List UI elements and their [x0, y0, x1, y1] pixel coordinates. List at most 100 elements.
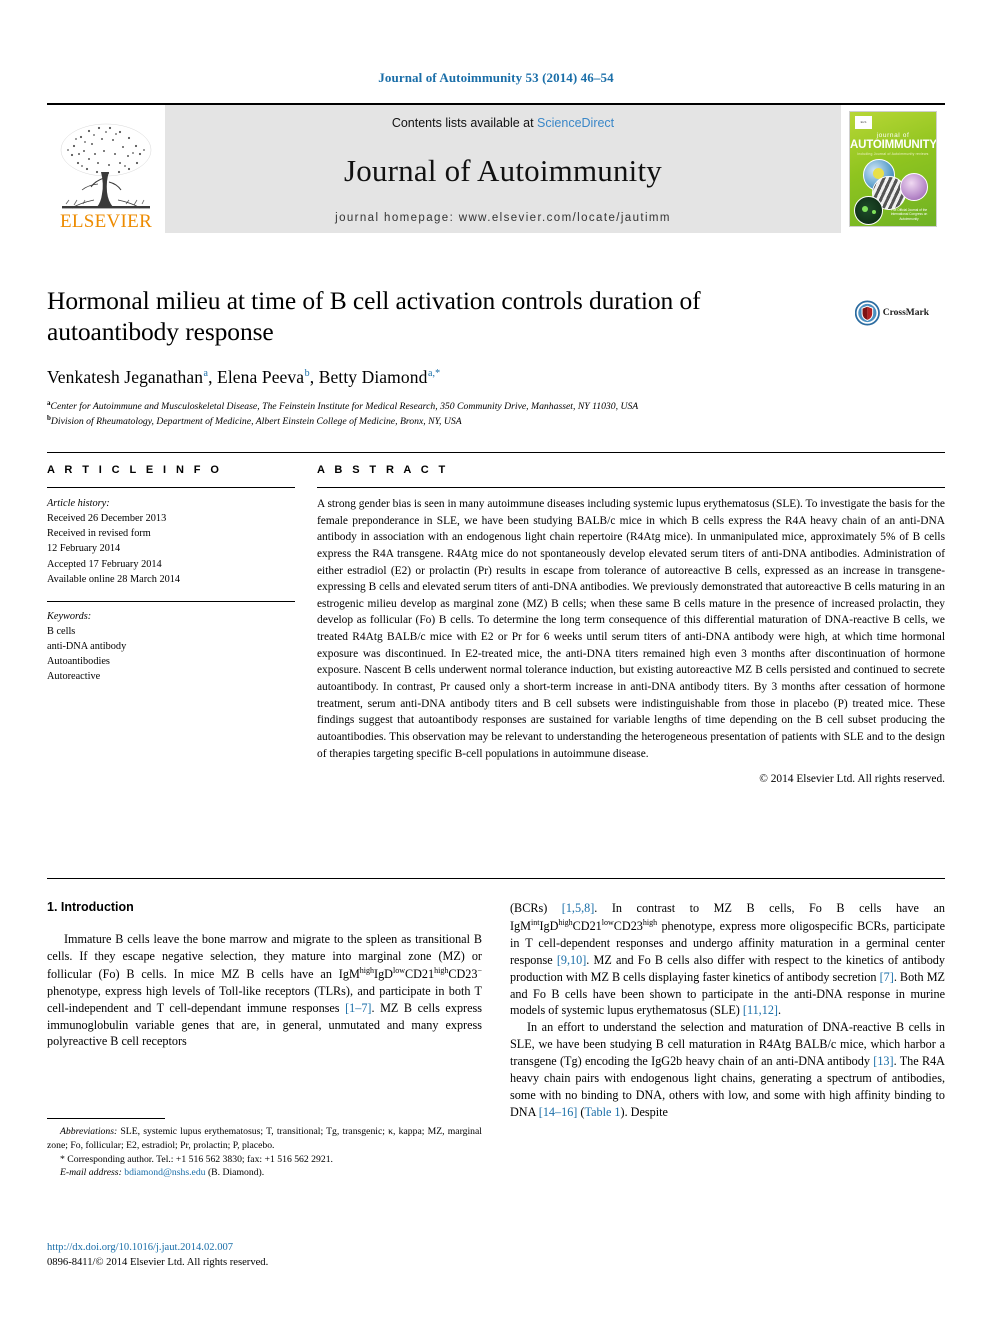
text-run: ). Despite	[620, 1104, 668, 1119]
author-affil-mark: b	[304, 367, 310, 379]
citation-link[interactable]: [13]	[873, 1054, 893, 1068]
text-run: CD21	[405, 966, 435, 981]
title-block: Hormonal milieu at time of B cell activa…	[47, 285, 837, 429]
contents-prefix: Contents lists available at	[391, 116, 538, 130]
text-run: CD23	[448, 966, 478, 981]
imprint-block: http://dx.doi.org/10.1016/j.jaut.2014.02…	[47, 1240, 482, 1271]
abbreviations-label: Abbreviations:	[60, 1126, 118, 1137]
article-info-heading: A R T I C L E I N F O	[47, 464, 223, 476]
article-history-label: Article history:	[47, 498, 110, 509]
paragraph-intro-2: In an effort to understand the selection…	[510, 1019, 945, 1120]
author-name[interactable]: Venkatesh Jeganathan	[47, 367, 203, 387]
citation-link[interactable]: [7]	[880, 970, 894, 984]
elsevier-logo: ELSEVIER	[47, 105, 165, 233]
running-head: Journal of Autoimmunity 53 (2014) 46–54	[378, 70, 614, 85]
footnote-separator-rule	[47, 1118, 165, 1119]
superscript: high	[558, 917, 573, 927]
doi-link[interactable]: http://dx.doi.org/10.1016/j.jaut.2014.02…	[47, 1240, 482, 1255]
abstract-copyright: © 2014 Elsevier Ltd. All rights reserved…	[759, 773, 945, 786]
affiliation-item: bDivision of Rheumatology, Department of…	[47, 414, 837, 429]
author-list: Venkatesh Jeganathana, Elena Peevab, Bet…	[47, 366, 441, 387]
cover-publisher-mark: ELS	[855, 116, 872, 129]
affiliation-text: Division of Rheumatology, Department of …	[50, 415, 462, 427]
affiliation-list: aCenter for Autoimmune and Musculoskelet…	[47, 399, 837, 429]
keywords-group: Keywords: B cells anti-DNA antibody Auto…	[47, 609, 295, 685]
citation-link[interactable]: [14–16]	[539, 1105, 578, 1119]
author-name[interactable]: Betty Diamond	[319, 367, 428, 387]
article-info-rule	[47, 487, 295, 488]
sciencedirect-link[interactable]: ScienceDirect	[537, 116, 614, 130]
keyword-item: Autoreactive	[47, 671, 101, 683]
article-info-column: A R T I C L E I N F O Article history: R…	[47, 464, 295, 785]
text-run: .	[777, 1003, 782, 1018]
abstract-rule	[317, 487, 945, 488]
text-run: CD21	[572, 918, 602, 933]
footnote-email: E-mail address: bdiamond@nshs.edu (B. Di…	[47, 1166, 482, 1180]
crossmark-label: CrossMark	[882, 308, 929, 318]
cover-cell-image-4	[854, 196, 883, 225]
keywords-rule	[47, 600, 295, 602]
author-affil-mark: a	[203, 367, 209, 379]
keyword-item: anti-DNA antibody	[47, 641, 127, 652]
email-suffix: (B. Diamond).	[205, 1167, 265, 1179]
footnotes-block: Abbreviations: SLE, systemic lupus eryth…	[47, 1118, 482, 1180]
cover-image: ELS journal of AUTOIMMUNITY including Jo…	[849, 111, 937, 227]
email-link[interactable]: bdiamond@nshs.edu	[124, 1167, 205, 1178]
history-item: Received in revised form	[47, 528, 151, 540]
superscript: high	[434, 965, 449, 975]
table-link[interactable]: Table 1	[584, 1105, 620, 1119]
masthead-center: Contents lists available at ScienceDirec…	[165, 105, 841, 233]
text-run: IgD	[539, 918, 559, 933]
article-history-group: Article history: Received 26 December 20…	[47, 496, 295, 587]
author-name[interactable]: Elena Peeva	[217, 367, 304, 387]
superscript: high	[642, 917, 658, 927]
info-abstract-panel: A R T I C L E I N F O Article history: R…	[47, 452, 945, 785]
footnote-abbreviations: Abbreviations: SLE, systemic lupus eryth…	[47, 1125, 482, 1153]
paper-page: Journal of Autoimmunity 53 (2014) 46–54	[0, 0, 992, 1323]
keyword-item: Autoantibodies	[47, 656, 110, 668]
paragraph-intro-1-cont: (BCRs) [1,5,8]. In contrast to MZ B cell…	[510, 900, 945, 1019]
cover-footer-text: The Official Journal of the Internationa…	[890, 207, 928, 222]
journal-homepage-link[interactable]: journal homepage: www.elsevier.com/locat…	[335, 212, 671, 224]
abstract-text: A strong gender bias is seen in many aut…	[317, 498, 945, 760]
author-affil-mark: a,*	[427, 367, 441, 379]
elsevier-tree-icon	[60, 123, 152, 209]
text-run: IgD	[374, 966, 393, 981]
journal-title: Journal of Autoimmunity	[343, 152, 663, 188]
crossmark-icon	[855, 300, 880, 326]
cover-subtitle: including Journal of Autoimmunity review…	[857, 152, 929, 156]
affiliation-item: aCenter for Autoimmune and Musculoskelet…	[47, 399, 837, 414]
email-label: E-mail address:	[60, 1167, 122, 1179]
citation-link[interactable]: [1,5,8]	[562, 901, 595, 915]
keyword-item: B cells	[47, 625, 76, 637]
text-run: (BCRs)	[510, 901, 562, 915]
superscript: −	[477, 965, 482, 975]
crossmark-badge[interactable]: CrossMark	[855, 288, 929, 338]
paragraph-intro-1: Immature B cells leave the bone marrow a…	[47, 931, 482, 1050]
journal-masthead: ELSEVIER Contents lists available at Sci…	[47, 103, 945, 233]
cover-line2: AUTOIMMUNITY	[850, 139, 937, 151]
superscript: low	[393, 965, 405, 975]
section-heading-introduction: 1. Introduction	[47, 900, 134, 914]
body-columns: 1. Introduction Immature B cells leave t…	[47, 900, 945, 1121]
panel-bottom-rule	[47, 878, 945, 879]
contents-available-line: Contents lists available at ScienceDirec…	[392, 116, 614, 130]
body-column-right: (BCRs) [1,5,8]. In contrast to MZ B cell…	[510, 900, 945, 1121]
superscript: high	[359, 965, 375, 975]
cover-line1: journal of	[876, 132, 910, 139]
journal-cover-thumbnail: ELS journal of AUTOIMMUNITY including Jo…	[841, 105, 945, 233]
affiliation-text: Center for Autoimmune and Musculoskeleta…	[50, 400, 639, 412]
text-run: CD23	[613, 918, 643, 933]
page-title: Hormonal milieu at time of B cell activa…	[47, 286, 701, 347]
citation-link[interactable]: [1–7]	[345, 1001, 371, 1015]
elsevier-wordmark: ELSEVIER	[59, 211, 153, 232]
citation-link[interactable]: [9,10]	[557, 953, 586, 967]
history-item: Accepted 17 February 2014	[47, 558, 162, 570]
citation-link[interactable]: [11,12]	[743, 1003, 778, 1017]
cover-cell-image-3	[900, 173, 928, 201]
body-column-left: 1. Introduction Immature B cells leave t…	[47, 900, 482, 1121]
footnote-corresponding-author: * Corresponding author. Tel.: +1 516 562…	[60, 1153, 333, 1165]
abstract-column: A B S T R A C T A strong gender bias is …	[317, 464, 945, 785]
history-item: Available online 28 March 2014	[47, 573, 181, 585]
abstract-heading: A B S T R A C T	[317, 464, 449, 476]
